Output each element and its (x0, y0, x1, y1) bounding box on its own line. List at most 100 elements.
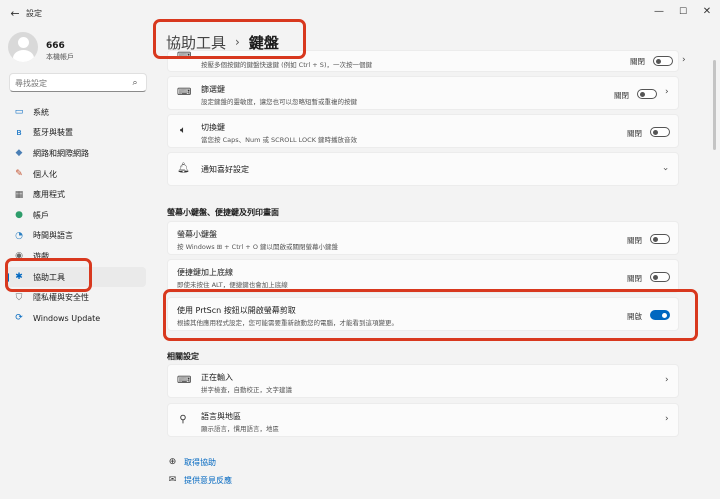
profile-subtitle: 本機帳戶 (46, 53, 74, 61)
wifi-icon: ◆ (15, 148, 23, 159)
system-icon: ▭ (14, 107, 24, 118)
minimize-icon[interactable]: — (648, 4, 670, 20)
toggle-keys-desc: 當您按 Caps、Num 或 SCROLL LOCK 鍵時播放音效 (201, 136, 358, 144)
sidebar-item-label: 帳戶 (33, 210, 49, 220)
give-feedback-label[interactable]: 提供意見反應 (184, 475, 232, 486)
underline-access-keys-state: 關閉 (627, 274, 642, 283)
sidebar-item-label: 協助工具 (33, 272, 65, 282)
prtscn-snipping-card[interactable]: 使用 PrtScn 按鈕以開啟螢幕剪取 根據其他應用程式設定，您可能需要重新啟動… (167, 297, 679, 331)
prtscn-toggle[interactable] (650, 310, 670, 320)
filter-keys-card[interactable]: ⌨ 篩選鍵 設定鍵盤的靈敏度，讓您也可以忽略短暫或重複的按鍵 關閉 › (167, 76, 679, 110)
filter-keys-state: 關閉 (614, 91, 629, 100)
chevron-down-icon[interactable]: › (660, 167, 670, 171)
filter-keys-icon: ⌨ (177, 87, 192, 98)
window-title: 設定 (26, 9, 42, 18)
toggle-keys-toggle[interactable] (650, 127, 670, 137)
search-icon[interactable]: ⌕ (129, 77, 141, 89)
toggle-keys-title: 切換鍵 (201, 123, 225, 132)
time-language-icon: ◔ (15, 230, 23, 241)
feedback-icon: ✉ (168, 474, 177, 485)
scrollbar[interactable] (713, 60, 716, 150)
section-title-related: 相關設定 (167, 352, 199, 361)
back-arrow-icon[interactable]: ← (8, 7, 22, 21)
prtscn-title: 使用 PrtScn 按鈕以開啟螢幕剪取 (177, 306, 296, 315)
sidebar-item-label: 系統 (33, 107, 49, 117)
sidebar-item-privacy[interactable]: ⛉ 隱私權與安全性 (6, 287, 146, 308)
on-screen-keyboard-card[interactable]: 螢幕小鍵盤 按 Windows ⊞ + Ctrl + O 鍵以開啟或關閉螢幕小鍵… (167, 221, 679, 255)
osk-state: 關閉 (627, 236, 642, 245)
sidebar-item-label: 時間與語言 (33, 231, 73, 241)
sidebar: 666 本機帳戶 ⌕ ▭ 系統 ʙ 藍牙與裝置 ◆ 網路和網際網路 ✎ 個人化 ▦ 應用程式 ● 帳戶… (0, 28, 150, 499)
search-input[interactable] (15, 77, 125, 89)
sidebar-item-time-language[interactable]: ◔ 時間與語言 (6, 226, 146, 247)
sidebar-item-bluetooth[interactable]: ʙ 藍牙與裝置 (6, 123, 146, 144)
breadcrumb-separator: › (235, 35, 240, 49)
sticky-keys-state: 關閉 (630, 57, 645, 66)
chevron-right-icon: › (682, 55, 686, 65)
sidebar-item-label: 個人化 (33, 169, 57, 179)
windows-update-icon: ⟳ (15, 313, 23, 324)
underline-access-keys-card[interactable]: 便捷鍵加上底線 即使未按住 ALT，便捷鍵也會加上底線 關閉 (167, 259, 679, 293)
sticky-keys-desc: 按壓多個按鍵的鍵盤快速鍵 (例如 Ctrl + S)，一次按一個鍵 (201, 61, 372, 69)
sidebar-item-gaming[interactable]: ◉ 遊戲 (6, 246, 146, 267)
osk-toggle[interactable] (650, 234, 670, 244)
sidebar-item-windows-update[interactable]: ⟳ Windows Update (6, 308, 146, 329)
sidebar-item-label: 藍牙與裝置 (33, 128, 73, 138)
avatar (8, 32, 38, 62)
sidebar-item-label: 應用程式 (33, 190, 65, 200)
sticky-keys-card[interactable]: ⌨ 按壓多個按鍵的鍵盤快速鍵 (例如 Ctrl + S)，一次按一個鍵 關閉 › (167, 50, 686, 72)
language-region-desc: 顯示語言，慣用語言，地區 (201, 425, 279, 433)
underline-access-keys-desc: 即使未按住 ALT，便捷鍵也會加上底線 (177, 281, 288, 289)
bell-icon: 🔔︎ (177, 163, 190, 174)
apps-icon: ▦ (14, 189, 24, 200)
sidebar-item-account[interactable]: ● 帳戶 (6, 205, 146, 226)
language-region-title: 語言與地區 (201, 412, 241, 421)
osk-title: 螢幕小鍵盤 (177, 230, 217, 239)
section-title-osk: 螢幕小鍵盤、便捷鍵及列印畫面 (167, 208, 279, 217)
language-region-icon: ⚲ (179, 414, 187, 425)
sticky-keys-toggle[interactable] (653, 56, 673, 66)
sidebar-item-wifi[interactable]: ◆ 網路和網際網路 (6, 143, 146, 164)
sidebar-item-label: 隱私權與安全性 (33, 293, 89, 303)
notification-preferences-card[interactable]: 🔔︎ 通知喜好設定 › (167, 152, 679, 186)
prtscn-desc: 根據其他應用程式設定，您可能需要重新啟動您的電腦，才能看到這項變更。 (177, 319, 398, 327)
get-help-label[interactable]: 取得協助 (184, 457, 216, 468)
sidebar-item-label: 網路和網際網路 (33, 148, 89, 158)
osk-desc: 按 Windows ⊞ + Ctrl + O 鍵以開啟或關閉螢幕小鍵盤 (177, 243, 338, 251)
account-icon: ● (15, 210, 23, 221)
sidebar-item-label: Windows Update (33, 313, 101, 323)
title-bar: ← 設定 — ☐ ✕ (0, 0, 720, 28)
sidebar-item-system[interactable]: ▭ 系統 (6, 102, 146, 123)
sidebar-item-brush[interactable]: ✎ 個人化 (6, 164, 146, 185)
typing-desc: 拼字檢查，自動校正，文字建議 (201, 386, 292, 394)
privacy-icon: ⛉ (15, 292, 23, 303)
brush-icon: ✎ (15, 169, 23, 180)
get-help-link[interactable]: ⊕ 取得協助 (167, 455, 216, 469)
search-box[interactable]: ⌕ (9, 73, 147, 92)
bluetooth-icon: ʙ (16, 127, 22, 138)
maximize-icon[interactable]: ☐ (672, 4, 694, 20)
sidebar-item-apps[interactable]: ▦ 應用程式 (6, 184, 146, 205)
keyboard-icon: ⌨ (177, 51, 192, 62)
filter-keys-title: 篩選鍵 (201, 85, 225, 94)
prtscn-state: 開啟 (627, 312, 642, 321)
notification-preferences-title: 通知喜好設定 (201, 165, 249, 174)
speaker-icon: 🔈︎ (180, 125, 186, 136)
help-icon: ⊕ (168, 456, 177, 467)
underline-access-keys-toggle[interactable] (650, 272, 670, 282)
language-region-card[interactable]: ⚲ 語言與地區 顯示語言，慣用語言，地區 › (167, 403, 679, 437)
typing-title: 正在輸入 (201, 373, 233, 382)
sidebar-item-accessibility[interactable]: ✱ 協助工具 (6, 266, 146, 288)
toggle-keys-card[interactable]: 🔈︎ 切換鍵 當您按 Caps、Num 或 SCROLL LOCK 鍵時播放音效… (167, 114, 679, 148)
user-profile[interactable]: 666 本機帳戶 (8, 32, 148, 66)
underline-access-keys-title: 便捷鍵加上底線 (177, 268, 233, 277)
filter-keys-toggle[interactable] (637, 89, 657, 99)
give-feedback-link[interactable]: ✉ 提供意見反應 (167, 473, 232, 487)
chevron-right-icon: › (665, 414, 669, 424)
toggle-keys-state: 關閉 (627, 129, 642, 138)
close-icon[interactable]: ✕ (696, 4, 718, 20)
typing-settings-card[interactable]: ⌨ 正在輸入 拼字檢查，自動校正，文字建議 › (167, 364, 679, 398)
chevron-right-icon: › (665, 87, 669, 97)
chevron-right-icon: › (665, 375, 669, 385)
sidebar-item-label: 遊戲 (33, 251, 49, 261)
